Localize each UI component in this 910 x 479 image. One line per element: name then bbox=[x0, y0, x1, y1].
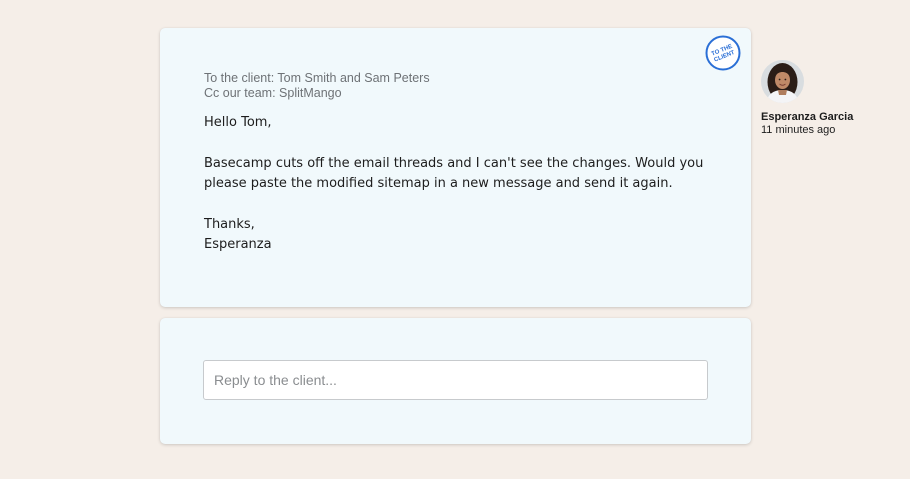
message-body: Hello Tom, Basecamp cuts off the email t… bbox=[204, 113, 724, 255]
reply-input[interactable] bbox=[203, 360, 708, 400]
signature: Esperanza bbox=[204, 237, 272, 252]
author-name: Esperanza Garcia bbox=[761, 111, 854, 123]
signoff: Thanks, bbox=[204, 217, 255, 232]
recipients: To the client: Tom Smith and Sam Peters … bbox=[204, 71, 430, 101]
author-info: Esperanza Garcia 11 minutes ago bbox=[761, 111, 853, 137]
greeting: Hello Tom, bbox=[204, 115, 272, 130]
message-card: TO THE CLIENT To the client: Tom Smith a… bbox=[160, 28, 751, 307]
to-the-client-stamp-icon: TO THE CLIENT bbox=[705, 35, 741, 71]
body-line-1: Basecamp cuts off the email threads and … bbox=[204, 156, 704, 171]
body-line-2: please paste the modified sitemap in a n… bbox=[204, 176, 673, 191]
reply-card bbox=[160, 318, 751, 444]
cc-line: Cc our team: SplitMango bbox=[204, 86, 342, 100]
to-line: To the client: Tom Smith and Sam Peters bbox=[204, 71, 430, 85]
timestamp: 11 minutes ago bbox=[761, 124, 836, 136]
avatar-photo-icon bbox=[761, 60, 804, 103]
avatar[interactable] bbox=[761, 60, 804, 103]
